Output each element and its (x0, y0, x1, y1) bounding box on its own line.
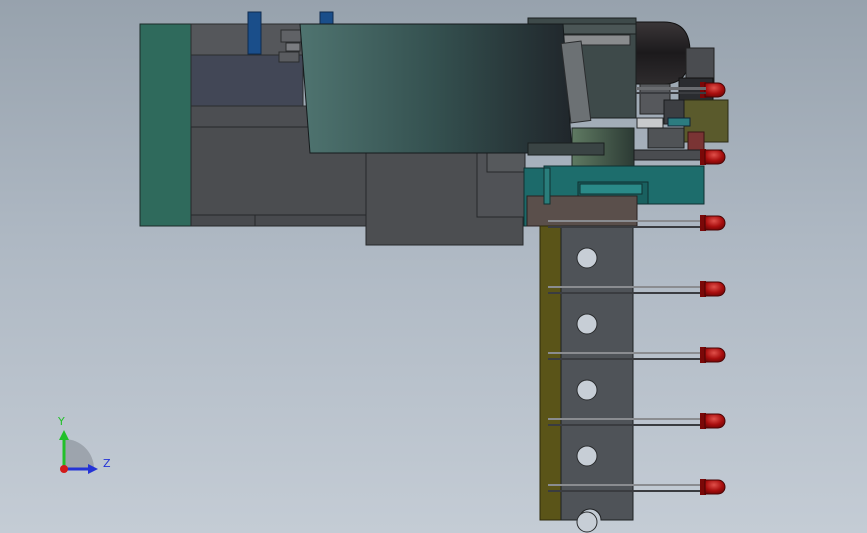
holder-hole (576, 511, 598, 533)
pin-holder (560, 225, 634, 521)
led[interactable] (700, 149, 726, 165)
led-lead (548, 358, 704, 360)
led-body (704, 479, 726, 495)
led-lead (548, 418, 704, 420)
holder-hole (576, 313, 598, 335)
vertical-strip (539, 225, 563, 521)
led-lead (548, 286, 704, 288)
triad-plane (64, 439, 94, 469)
led-body (704, 149, 726, 165)
led-body (704, 347, 726, 363)
y-axis-label: Y (58, 415, 65, 428)
holder-hole (576, 379, 598, 401)
led-body (704, 413, 726, 429)
cad-viewport[interactable]: Y Z (0, 0, 867, 533)
led-lead (548, 490, 704, 492)
led-lead (548, 484, 704, 486)
led-lead (548, 292, 704, 294)
cad-model[interactable] (0, 0, 867, 533)
z-axis-label: Z (103, 457, 111, 470)
holder-hole (576, 247, 598, 269)
led-body (704, 215, 726, 231)
left-plate (139, 23, 193, 227)
cover-plate (299, 23, 573, 154)
holder-hole (576, 445, 598, 467)
mold-block (523, 165, 705, 227)
led-lead (548, 352, 704, 354)
origin-dot (60, 465, 68, 473)
led-body (704, 82, 726, 98)
led-lead (548, 220, 704, 222)
y-axis-arrow (59, 430, 69, 440)
led-lead (548, 424, 704, 426)
led-body (704, 281, 726, 297)
led-lead (548, 226, 704, 228)
